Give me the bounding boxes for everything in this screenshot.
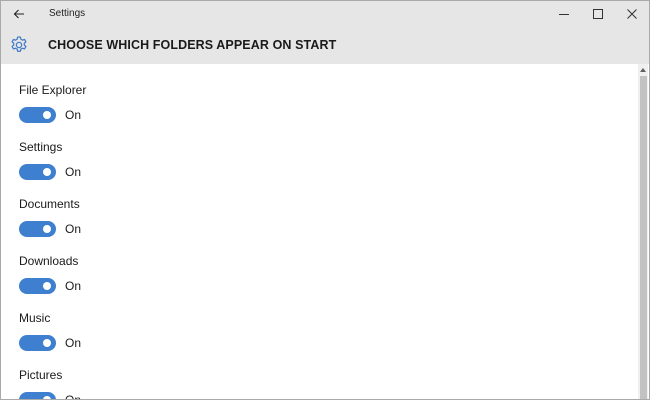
setting-label: Settings xyxy=(19,140,63,154)
window-controls xyxy=(547,1,649,26)
toggle-documents[interactable]: On xyxy=(19,221,81,237)
setting-label: Music xyxy=(19,311,51,325)
vertical-scrollbar[interactable] xyxy=(638,64,648,399)
setting-file-explorer: File Explorer On xyxy=(19,82,86,123)
toggle-knob xyxy=(43,282,51,290)
minimize-button[interactable] xyxy=(547,1,581,26)
toggle-knob xyxy=(43,168,51,176)
maximize-icon xyxy=(593,8,603,19)
toggle-state-label: On xyxy=(65,108,82,122)
toggle-knob xyxy=(43,396,51,399)
setting-pictures: Pictures On xyxy=(19,367,82,400)
minimize-icon xyxy=(559,13,569,15)
toggle-settings[interactable]: On xyxy=(19,164,81,180)
setting-label: File Explorer xyxy=(19,83,87,97)
toggle-state-label: On xyxy=(65,222,82,236)
close-icon xyxy=(627,8,637,19)
app-title: Settings xyxy=(49,8,86,19)
setting-label: Pictures xyxy=(19,368,63,382)
title-bar: Settings xyxy=(1,1,649,26)
toggle-file-explorer[interactable]: On xyxy=(19,107,86,123)
page-title: CHOOSE WHICH FOLDERS APPEAR ON START xyxy=(48,38,337,52)
toggle-knob xyxy=(43,225,51,233)
setting-label: Downloads xyxy=(19,254,79,268)
back-arrow-icon xyxy=(13,9,24,18)
toggle-knob xyxy=(43,111,51,119)
toggle-music[interactable]: On xyxy=(19,335,81,351)
toggle-downloads[interactable]: On xyxy=(19,278,81,294)
toggle-pictures[interactable]: On xyxy=(19,392,82,400)
scroll-up-icon[interactable] xyxy=(640,68,646,72)
settings-window: Settings CHOOSE WHICH FOLDERS APPEAR ON … xyxy=(0,0,650,400)
setting-label: Documents xyxy=(19,197,80,211)
toggle-switch[interactable] xyxy=(19,335,56,351)
setting-documents: Documents On xyxy=(19,196,81,237)
back-button[interactable] xyxy=(1,1,37,26)
close-button[interactable] xyxy=(615,1,649,26)
setting-music: Music On xyxy=(19,310,81,351)
toggle-switch[interactable] xyxy=(19,221,56,237)
page-header: CHOOSE WHICH FOLDERS APPEAR ON START xyxy=(1,26,649,64)
toggle-switch[interactable] xyxy=(19,392,56,399)
toggle-state-label: On xyxy=(65,393,82,400)
toggle-switch[interactable] xyxy=(19,164,56,180)
toggle-switch[interactable] xyxy=(19,278,56,294)
maximize-button[interactable] xyxy=(581,1,615,26)
toggle-state-label: On xyxy=(65,165,82,179)
setting-downloads: Downloads On xyxy=(19,253,81,294)
gear-icon xyxy=(11,36,27,52)
toggle-state-label: On xyxy=(65,279,82,293)
toggle-knob xyxy=(43,339,51,347)
scroll-thumb[interactable] xyxy=(640,76,647,399)
toggle-switch[interactable] xyxy=(19,107,56,123)
toggle-state-label: On xyxy=(65,336,82,350)
setting-settings: Settings On xyxy=(19,139,81,180)
settings-list: File Explorer On Settings On Documents O… xyxy=(1,64,639,400)
